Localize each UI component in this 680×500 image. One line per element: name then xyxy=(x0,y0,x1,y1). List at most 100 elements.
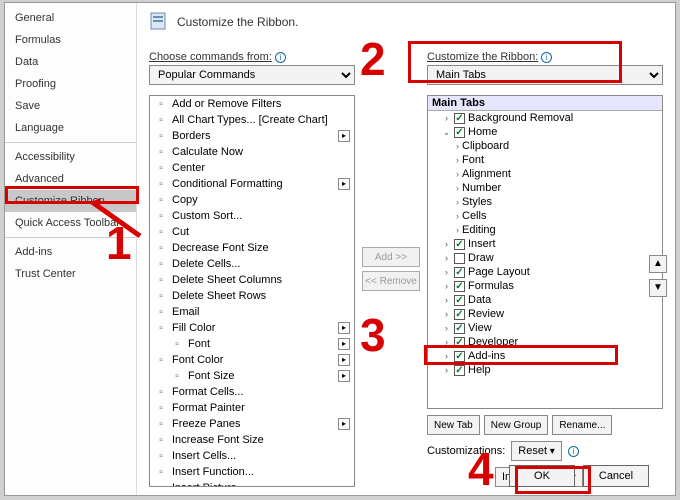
nav-item[interactable]: Formulas xyxy=(5,29,136,51)
move-down-button[interactable]: ▼ xyxy=(649,279,667,297)
expand-icon[interactable]: › xyxy=(442,366,451,375)
command-item[interactable]: ▫Fill Color▸ xyxy=(150,320,354,336)
tree-tab-item[interactable]: ›Developer xyxy=(442,335,662,349)
command-item[interactable]: ▫Font Size▸ xyxy=(150,368,354,384)
command-item[interactable]: ▫Decrease Font Size xyxy=(150,240,354,256)
nav-item[interactable]: Data xyxy=(5,51,136,73)
command-item[interactable]: ▫Freeze Panes▸ xyxy=(150,416,354,432)
expand-icon[interactable]: › xyxy=(442,310,451,319)
tree-tab-item[interactable]: ›Add-ins xyxy=(442,349,662,363)
ribbon-tree[interactable]: Main Tabs ›Background Removal⌄Home›Clipb… xyxy=(427,95,663,409)
command-item[interactable]: ▫Email xyxy=(150,304,354,320)
command-item[interactable]: ▫Custom Sort... xyxy=(150,208,354,224)
checkbox[interactable] xyxy=(454,267,465,278)
checkbox[interactable] xyxy=(454,309,465,320)
command-item[interactable]: ▫Borders▸ xyxy=(150,128,354,144)
command-item[interactable]: ▫Delete Sheet Rows xyxy=(150,288,354,304)
expand-icon[interactable]: › xyxy=(442,114,451,123)
new-group-button[interactable]: New Group xyxy=(484,415,549,435)
checkbox[interactable] xyxy=(454,281,465,292)
reset-button[interactable]: Reset ▾ xyxy=(511,441,562,461)
expand-icon[interactable]: › xyxy=(442,282,451,291)
command-item[interactable]: ▫Format Painter xyxy=(150,400,354,416)
expand-icon[interactable]: › xyxy=(456,141,459,151)
tree-tab-item[interactable]: ›Page Layout xyxy=(442,265,662,279)
tree-group-item[interactable]: ›Editing xyxy=(456,223,662,237)
info-icon[interactable]: i xyxy=(568,446,579,457)
command-item[interactable]: ▫Font▸ xyxy=(150,336,354,352)
checkbox[interactable] xyxy=(454,113,465,124)
nav-item[interactable]: Advanced xyxy=(5,168,136,190)
expand-icon[interactable]: › xyxy=(456,155,459,165)
tree-group-item[interactable]: ›Number xyxy=(456,181,662,195)
tree-tab-item[interactable]: ›Review xyxy=(442,307,662,321)
command-item[interactable]: ▫Insert Picture xyxy=(150,480,354,487)
command-item[interactable]: ▫Add or Remove Filters xyxy=(150,96,354,112)
expand-icon[interactable]: › xyxy=(442,254,451,263)
tree-tab-item[interactable]: ›Background Removal xyxy=(442,111,662,125)
new-tab-button[interactable]: New Tab xyxy=(427,415,480,435)
nav-item[interactable]: Add-ins xyxy=(5,237,136,263)
command-item[interactable]: ▫Insert Function... xyxy=(150,464,354,480)
expand-icon[interactable]: › xyxy=(456,169,459,179)
expand-icon[interactable]: › xyxy=(456,225,459,235)
nav-item[interactable]: Proofing xyxy=(5,73,136,95)
command-item[interactable]: ▫All Chart Types... [Create Chart] xyxy=(150,112,354,128)
cancel-button[interactable]: Cancel xyxy=(583,465,649,487)
command-item[interactable]: ▫Copy xyxy=(150,192,354,208)
nav-item[interactable]: Customize Ribbon xyxy=(5,190,136,212)
commands-listbox[interactable]: ▫Add or Remove Filters▫All Chart Types..… xyxy=(149,95,355,487)
tree-tab-item[interactable]: ›Draw xyxy=(442,251,662,265)
choose-commands-select[interactable]: Popular Commands xyxy=(149,65,355,85)
expand-icon[interactable]: › xyxy=(456,211,459,221)
customize-ribbon-select[interactable]: Main Tabs xyxy=(427,65,663,85)
nav-item[interactable]: Trust Center xyxy=(5,263,136,285)
tree-tab-item[interactable]: ›Insert xyxy=(442,237,662,251)
checkbox[interactable] xyxy=(454,127,465,138)
tree-tab-item[interactable]: ⌄Home xyxy=(442,125,662,139)
expand-icon[interactable]: › xyxy=(456,197,459,207)
command-item[interactable]: ▫Cut xyxy=(150,224,354,240)
tree-group-item[interactable]: ›Cells xyxy=(456,209,662,223)
collapse-icon[interactable]: ⌄ xyxy=(442,128,451,137)
checkbox[interactable] xyxy=(454,295,465,306)
tree-tab-item[interactable]: ›View xyxy=(442,321,662,335)
expand-icon[interactable]: › xyxy=(442,268,451,277)
command-item[interactable]: ▫Calculate Now xyxy=(150,144,354,160)
expand-icon[interactable]: › xyxy=(442,324,451,333)
command-item[interactable]: ▫Increase Font Size xyxy=(150,432,354,448)
nav-item[interactable]: Language xyxy=(5,117,136,139)
checkbox[interactable] xyxy=(454,337,465,348)
checkbox[interactable] xyxy=(454,351,465,362)
tree-tab-item[interactable]: ›Help xyxy=(442,363,662,377)
add-button[interactable]: Add >> xyxy=(362,247,420,267)
expand-icon[interactable]: › xyxy=(442,240,451,249)
info-icon[interactable]: i xyxy=(275,52,286,63)
ok-button[interactable]: OK xyxy=(509,465,575,487)
command-item[interactable]: ▫Center xyxy=(150,160,354,176)
tree-group-item[interactable]: ›Styles xyxy=(456,195,662,209)
nav-item[interactable]: General xyxy=(5,7,136,29)
rename-button[interactable]: Rename... xyxy=(552,415,612,435)
checkbox[interactable] xyxy=(454,323,465,334)
command-item[interactable]: ▫Delete Sheet Columns xyxy=(150,272,354,288)
command-item[interactable]: ▫Insert Cells... xyxy=(150,448,354,464)
command-item[interactable]: ▫Delete Cells... xyxy=(150,256,354,272)
tree-group-item[interactable]: ›Clipboard xyxy=(456,139,662,153)
move-up-button[interactable]: ▲ xyxy=(649,255,667,273)
tree-tab-item[interactable]: ›Data xyxy=(442,293,662,307)
expand-icon[interactable]: › xyxy=(442,352,451,361)
info-icon[interactable]: i xyxy=(541,52,552,63)
nav-item[interactable]: Save xyxy=(5,95,136,117)
command-item[interactable]: ▫Format Cells... xyxy=(150,384,354,400)
remove-button[interactable]: << Remove xyxy=(362,271,420,291)
nav-item[interactable]: Quick Access Toolbar xyxy=(5,212,136,234)
tree-group-item[interactable]: ›Alignment xyxy=(456,167,662,181)
expand-icon[interactable]: › xyxy=(456,183,459,193)
tree-tab-item[interactable]: ›Formulas xyxy=(442,279,662,293)
checkbox[interactable] xyxy=(454,365,465,376)
checkbox[interactable] xyxy=(454,239,465,250)
command-item[interactable]: ▫Font Color▸ xyxy=(150,352,354,368)
expand-icon[interactable]: › xyxy=(442,338,451,347)
tree-group-item[interactable]: ›Font xyxy=(456,153,662,167)
